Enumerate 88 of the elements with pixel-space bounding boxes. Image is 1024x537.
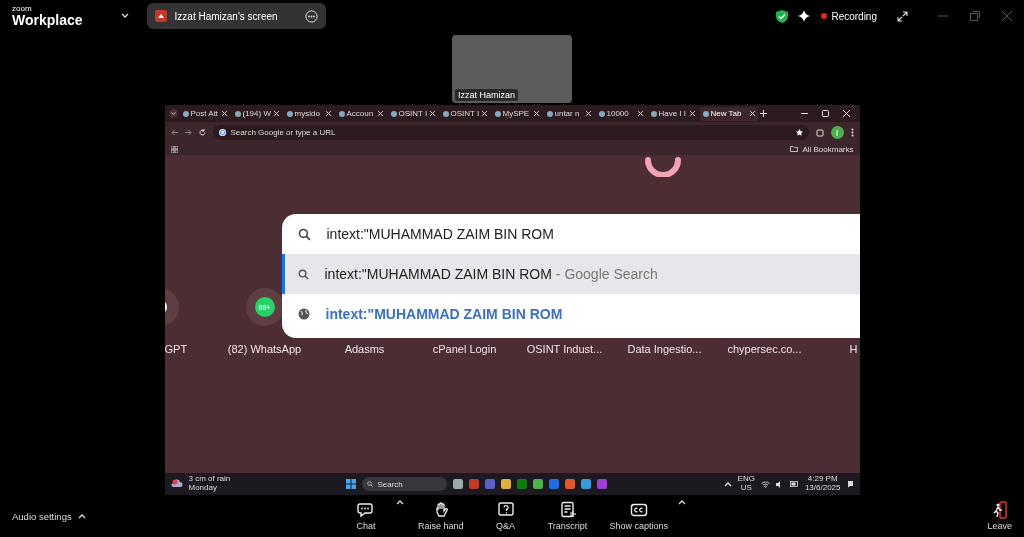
weather-day[interactable]: Monday	[188, 484, 231, 493]
browser-tab[interactable]: OSINT I	[439, 106, 490, 121]
caret-icon[interactable]	[77, 513, 86, 519]
menu-icon[interactable]	[850, 128, 854, 137]
omnibox-input[interactable]: intext:"MUHAMMAD ZAIM BIN ROM	[326, 226, 860, 242]
browser-tab[interactable]: mysido	[283, 106, 334, 121]
chevron-icon[interactable]	[723, 481, 732, 487]
chevron-icon[interactable]	[120, 13, 129, 19]
address-bar[interactable]: Search Google or type a URL	[212, 125, 809, 140]
screen-share-icon	[154, 10, 167, 22]
browser-tab[interactable]: untar n	[543, 106, 594, 121]
apps-icon[interactable]	[170, 145, 178, 153]
weather-text[interactable]: 3 cm of rain	[188, 475, 231, 484]
browser-tab[interactable]: Accoun	[335, 106, 386, 121]
shortcut-label[interactable]: (82) WhatsApp	[227, 343, 302, 355]
app-icon[interactable]	[581, 479, 592, 489]
search-icon	[297, 227, 311, 241]
reload-icon[interactable]	[198, 129, 206, 136]
browser-tab[interactable]: MySPE	[491, 106, 542, 121]
address-input[interactable]: Search Google or type a URL	[230, 128, 791, 137]
recording-label[interactable]: Recording	[831, 10, 877, 22]
recording-dot	[821, 13, 828, 19]
expand-icon[interactable]	[897, 10, 908, 22]
chat-icon	[356, 501, 375, 519]
caret-icon[interactable]	[678, 499, 687, 505]
google-icon	[218, 129, 226, 136]
browser-tab[interactable]: (194) W	[231, 106, 282, 121]
shortcut-label[interactable]: cPanel Login	[432, 343, 497, 355]
caret-icon[interactable]	[395, 499, 404, 505]
search-icon	[367, 481, 374, 487]
app-icon[interactable]	[501, 479, 512, 489]
wifi-icon[interactable]	[760, 480, 770, 488]
transcript-icon	[558, 501, 577, 519]
browser-tab[interactable]: Post Att	[179, 106, 230, 121]
folder-icon	[790, 146, 799, 152]
app-name: Workplace	[12, 13, 83, 27]
region-indicator[interactable]: US	[740, 484, 752, 493]
browser-tab[interactable]: New Tab	[699, 106, 758, 121]
toolbar-button[interactable]: Raise hand	[409, 499, 472, 533]
browser-tab[interactable]: Have I I	[647, 106, 698, 121]
restore-icon[interactable]	[821, 110, 829, 117]
globe-icon	[297, 308, 310, 320]
clock-date[interactable]: 13/6/2025	[804, 484, 841, 493]
tab-search-icon[interactable]	[168, 109, 178, 118]
clock-time[interactable]: 4:29 PM	[807, 475, 838, 484]
plus-icon[interactable]	[759, 110, 767, 117]
windows-icon[interactable]	[346, 479, 357, 489]
shield-icon[interactable]	[776, 9, 789, 23]
question-icon	[496, 501, 515, 519]
brand-label: zoom	[12, 5, 33, 13]
app-icon[interactable]	[533, 479, 544, 489]
battery-icon[interactable]	[789, 481, 799, 487]
app-icon[interactable]	[565, 479, 576, 489]
leave-button[interactable]: Leave	[987, 501, 1012, 531]
shortcut-label[interactable]: OSINT Indust...	[526, 343, 603, 355]
star-icon[interactable]	[795, 129, 803, 136]
language-indicator[interactable]: ENG	[737, 475, 755, 484]
toolbar-button[interactable]: Show captions	[601, 499, 677, 533]
extensions-icon[interactable]	[815, 128, 824, 137]
app-icon[interactable]	[549, 479, 560, 489]
toolbar-button[interactable]: Q&A	[477, 499, 534, 533]
shortcut-label[interactable]: GPT	[164, 343, 188, 355]
arc-icon	[644, 157, 681, 177]
suggestion-item[interactable]: intext:"MUHAMMAD ZAIM BIN ROM	[281, 294, 860, 334]
sparkle-icon[interactable]	[798, 9, 812, 23]
captions-icon	[629, 501, 648, 519]
search-icon	[297, 268, 309, 280]
forward-icon[interactable]	[184, 129, 192, 136]
bookmarks-link[interactable]: All Bookmarks	[802, 144, 854, 154]
audio-settings-label[interactable]: Audio settings	[12, 510, 72, 522]
shortcut-label[interactable]: H	[849, 343, 858, 355]
browser-tab[interactable]: OSINT I	[387, 106, 438, 121]
shortcut-label[interactable]: Data Ingestio...	[627, 343, 702, 355]
minimize-icon[interactable]	[800, 110, 808, 117]
back-icon[interactable]	[170, 129, 178, 136]
notification-icon[interactable]	[846, 480, 854, 488]
suggestion-item[interactable]: intext:"MUHAMMAD ZAIM BIN ROM - Google Search	[281, 254, 860, 294]
app-icon[interactable]	[453, 479, 464, 489]
share-indicator[interactable]: Izzat Hamizan's screen	[146, 3, 326, 29]
participant-name: Izzat Hamizan	[455, 89, 519, 101]
toolbar-button[interactable]: Chat	[337, 499, 394, 533]
browser-tab[interactable]: 10000	[595, 106, 646, 121]
weather-icon[interactable]	[170, 479, 183, 489]
taskbar-search[interactable]: Search	[362, 477, 448, 491]
toolbar-button[interactable]: Transcript	[539, 499, 596, 533]
shortcut-label[interactable]: Adasms	[344, 343, 385, 355]
more-icon[interactable]	[304, 9, 318, 23]
shortcut-label[interactable]: chypersec.co...	[727, 343, 802, 355]
